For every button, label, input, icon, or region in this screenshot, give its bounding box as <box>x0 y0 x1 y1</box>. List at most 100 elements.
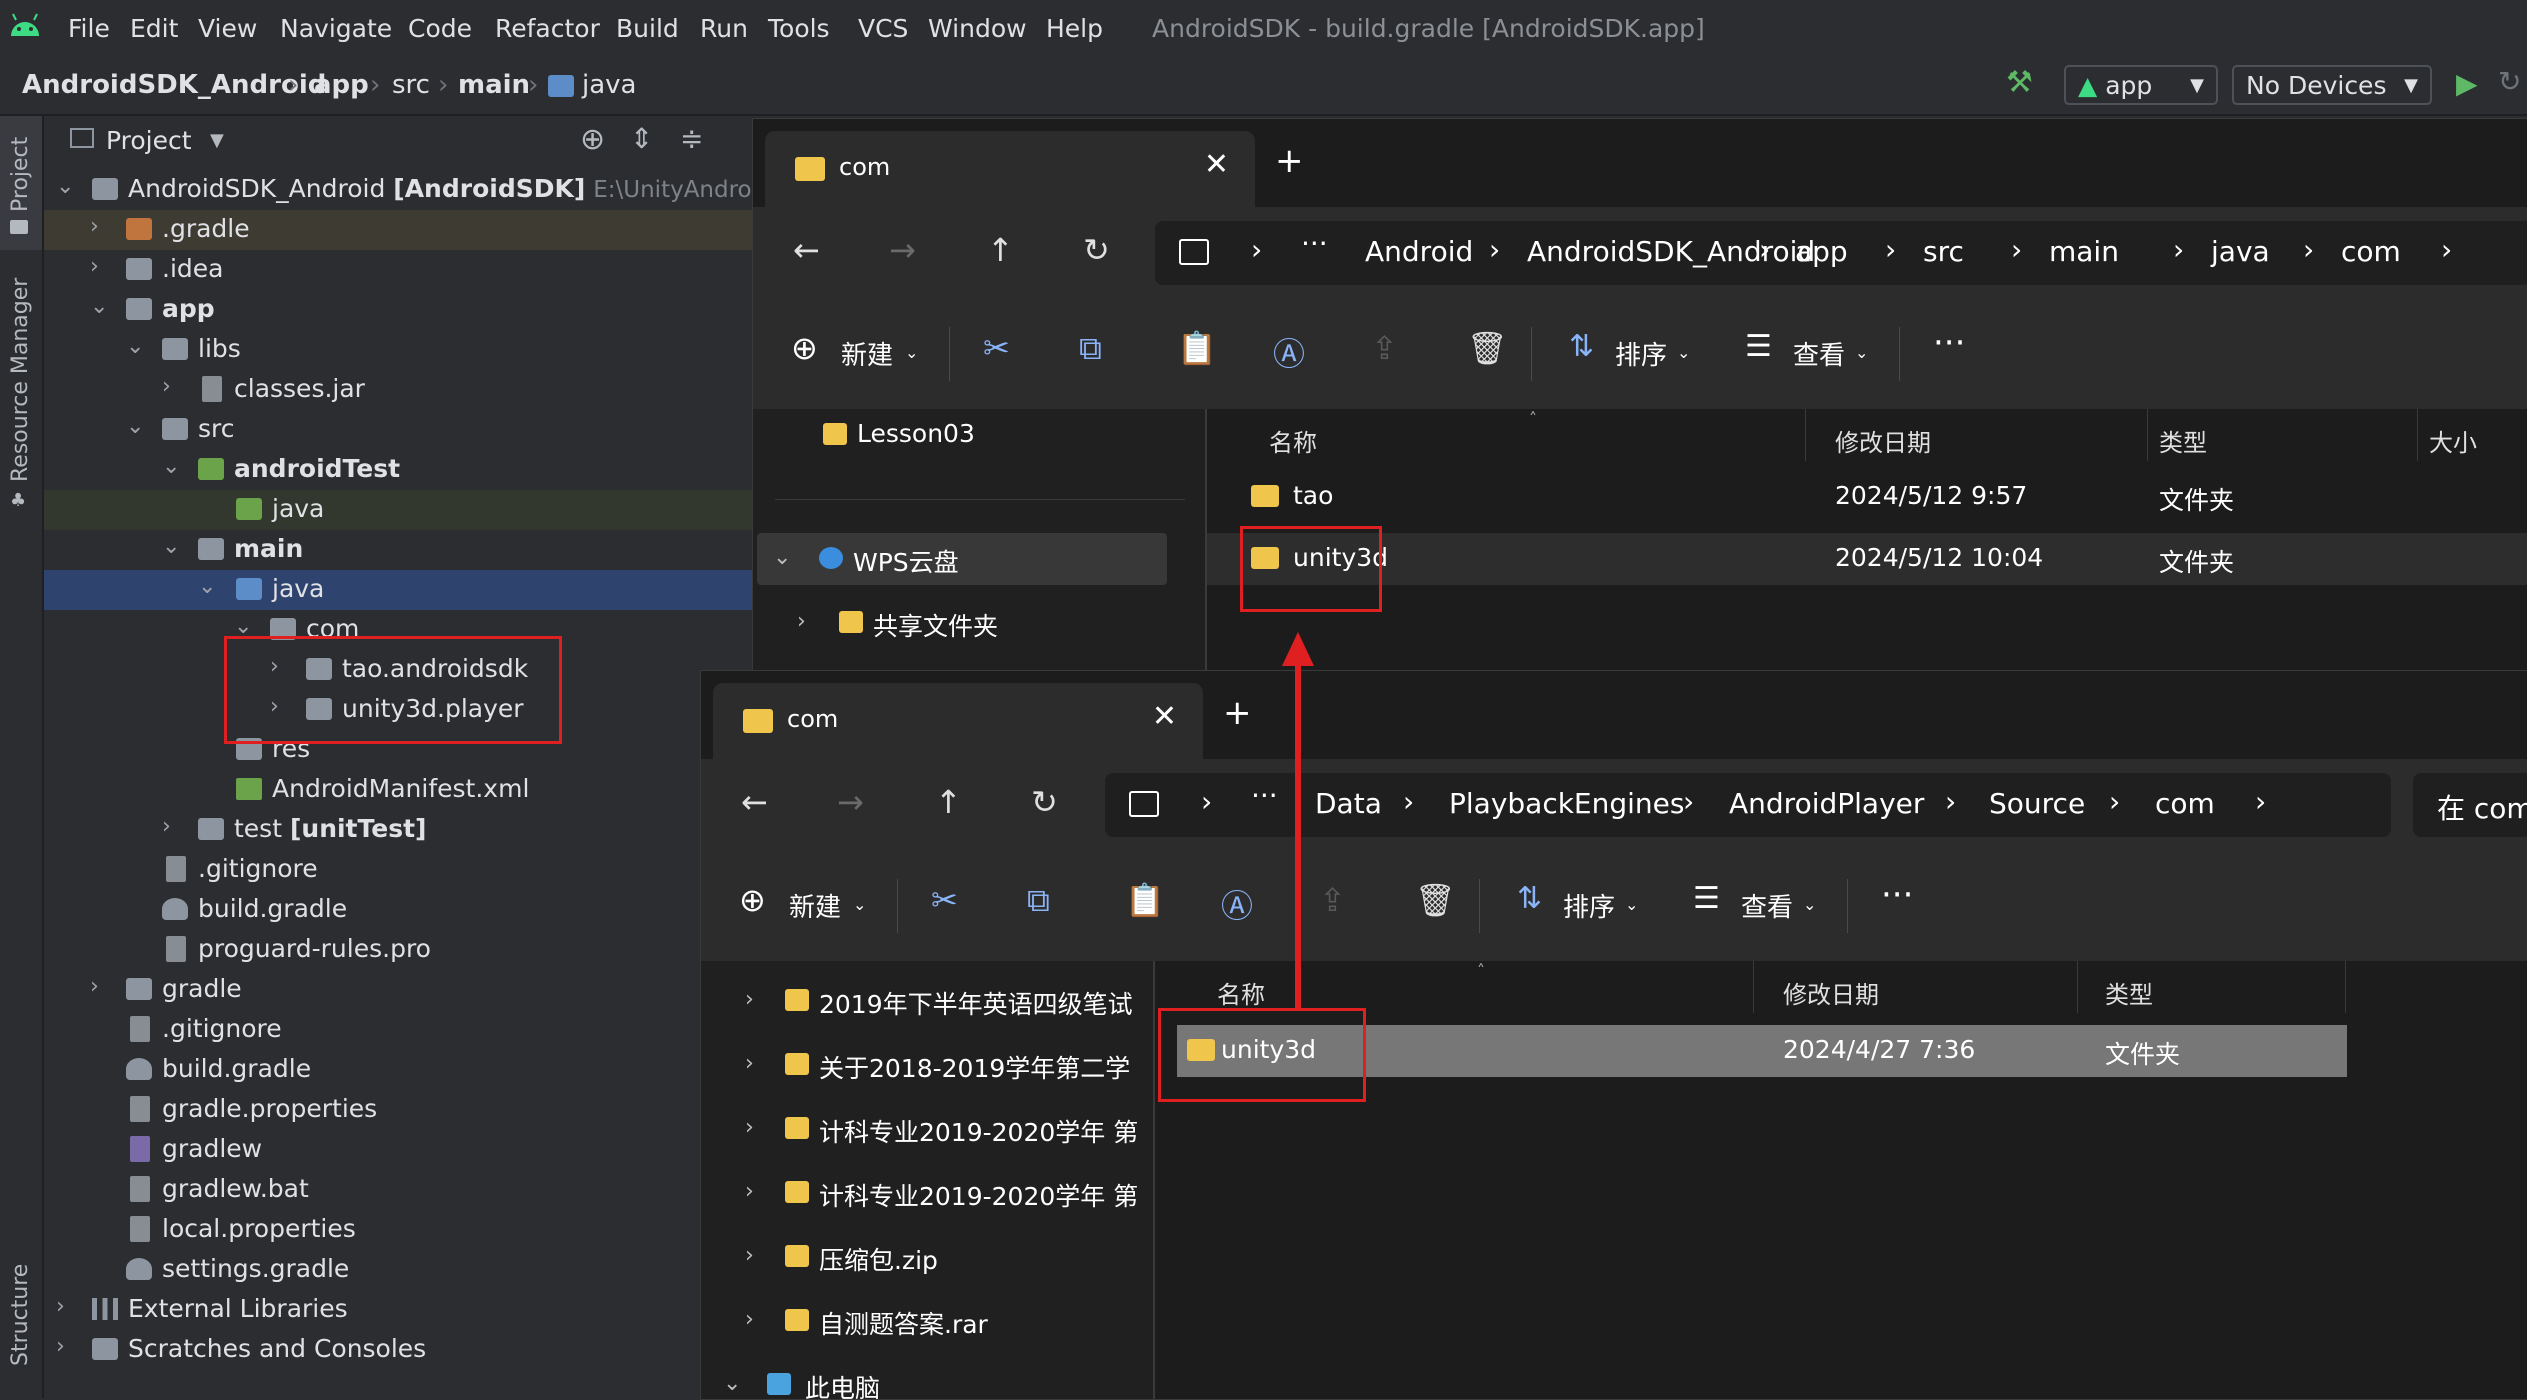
paste-icon[interactable]: 📋 <box>1125 881 1165 919</box>
structure-tab[interactable]: Structure <box>8 1264 33 1366</box>
chevron-right-icon[interactable]: › <box>90 214 99 239</box>
tree-item-gradle-dir[interactable]: › .gradle <box>44 210 754 250</box>
new-button[interactable]: 新建 <box>841 335 893 372</box>
chevron-down-icon[interactable]: ⌄ <box>198 574 216 599</box>
path-segment[interactable]: app <box>1795 235 1848 268</box>
nav-item-this-pc[interactable]: ⌄ 此电脑 <box>701 1359 1153 1399</box>
tree-item-gradle-properties[interactable]: gradle.properties <box>44 1090 754 1130</box>
chevron-right-icon[interactable]: › <box>162 814 171 839</box>
chevron-down-icon[interactable]: ⌄ <box>773 545 791 570</box>
tree-item-gradle[interactable]: › gradle <box>44 970 754 1010</box>
path-segment[interactable]: main <box>2049 235 2119 268</box>
chevron-right-icon[interactable]: › <box>745 987 754 1012</box>
resource-manager-tab[interactable]: Resource Manager <box>8 278 33 482</box>
refresh-icon[interactable]: ↻ <box>1031 783 1058 821</box>
rerun-icon[interactable]: ↻ <box>2498 65 2521 98</box>
search-box[interactable]: 在 com <box>2413 773 2527 837</box>
path-segment[interactable]: src <box>1923 235 1964 268</box>
close-icon[interactable]: ✕ <box>1204 147 1229 182</box>
delete-icon[interactable]: 🗑 <box>1415 881 1456 919</box>
refresh-icon[interactable]: ↻ <box>1083 231 1110 269</box>
device-select[interactable]: No Devices ▼ <box>2232 65 2432 105</box>
menu-navigate[interactable]: Navigate <box>280 14 392 43</box>
chevron-right-icon[interactable]: › <box>162 374 171 399</box>
dropdown-icon[interactable]: ▼ <box>210 130 224 151</box>
menu-tools[interactable]: Tools <box>768 14 830 43</box>
path-box[interactable]: › ··· Android › AndroidSDK_Android › app… <box>1155 221 2527 285</box>
nav-item[interactable]: › 关于2018-2019学年第二学 <box>701 1039 1153 1091</box>
rename-icon[interactable]: Ⓐ <box>1273 329 1305 375</box>
column-size[interactable]: 大小 <box>2429 423 2477 458</box>
tree-item-libs[interactable]: ⌄ libs <box>44 330 754 370</box>
menu-run[interactable]: Run <box>700 14 748 43</box>
chevron-right-icon[interactable]: › <box>745 1115 754 1140</box>
run-icon[interactable]: ▶ <box>2456 67 2478 100</box>
forward-icon[interactable]: → <box>837 783 864 821</box>
tree-item-scratches[interactable]: › Scratches and Consoles <box>44 1330 754 1370</box>
tree-item-android-test[interactable]: ⌄ androidTest <box>44 450 754 490</box>
tree-item-root[interactable]: ⌄ AndroidSDK_Android [AndroidSDK] E:\Uni… <box>44 170 780 210</box>
tree-item-gradlew[interactable]: gradlew <box>44 1130 754 1170</box>
delete-icon[interactable]: 🗑 <box>1467 329 1508 367</box>
menu-refactor[interactable]: Refactor <box>495 14 600 43</box>
path-segment[interactable]: PlaybackEngines <box>1449 787 1684 820</box>
ellipsis-icon[interactable]: ··· <box>1301 227 1328 260</box>
chevron-down-icon[interactable]: ⌄ <box>90 294 108 319</box>
tree-item-src[interactable]: ⌄ src <box>44 410 754 450</box>
menu-code[interactable]: Code <box>408 14 472 43</box>
tree-item-app-gitignore[interactable]: .gitignore <box>44 850 754 890</box>
path-segment[interactable]: Android <box>1365 235 1473 268</box>
tree-item-main[interactable]: ⌄ main <box>44 530 754 570</box>
chevron-right-icon[interactable]: › <box>745 1307 754 1332</box>
breadcrumb-app[interactable]: app <box>314 70 369 100</box>
tree-item-main-java[interactable]: ⌄ java <box>44 570 754 610</box>
copy-icon[interactable]: ⧉ <box>1079 329 1102 368</box>
column-type[interactable]: 类型 <box>2105 975 2153 1010</box>
chevron-down-icon[interactable]: ⌄ <box>56 174 74 199</box>
file-row[interactable]: unity3d 2024/5/12 10:04 文件夹 <box>1207 533 2527 585</box>
tree-item-gitignore[interactable]: .gitignore <box>44 1010 754 1050</box>
tree-item-classes-jar[interactable]: › classes.jar <box>44 370 754 410</box>
project-tab-label[interactable]: Project <box>8 137 33 212</box>
nav-item[interactable]: › 计科专业2019-2020学年 第 <box>701 1167 1153 1219</box>
chevron-right-icon[interactable]: › <box>745 1179 754 1204</box>
tree-item-external-libraries[interactable]: › External Libraries <box>44 1290 754 1330</box>
tree-item-test[interactable]: › test [unitTest] <box>44 810 754 850</box>
file-row[interactable]: tao 2024/5/12 9:57 文件夹 <box>1207 471 2527 523</box>
new-button[interactable]: 新建 <box>789 887 841 924</box>
new-tab-icon[interactable]: + <box>1223 693 1252 733</box>
chevron-down-icon[interactable]: ⌄ <box>723 1371 741 1396</box>
expand-all-icon[interactable]: ⇕ <box>630 122 653 155</box>
breadcrumb-main[interactable]: main <box>458 70 530 100</box>
locate-icon[interactable]: ⊕ <box>580 122 605 157</box>
nav-item[interactable]: › 压缩包.zip <box>701 1231 1153 1283</box>
menu-build[interactable]: Build <box>616 14 679 43</box>
chevron-down-icon[interactable]: ⌄ <box>162 454 180 479</box>
cut-icon[interactable]: ✂ <box>931 881 958 919</box>
tree-item-android-test-java[interactable]: java <box>44 490 754 530</box>
sort-button[interactable]: 排序 <box>1563 887 1615 924</box>
chevron-down-icon[interactable]: ⌄ <box>126 414 144 439</box>
nav-item-wps-cloud[interactable]: ⌄ WPS云盘 <box>757 533 1167 585</box>
explorer-tab[interactable]: com ✕ <box>765 131 1255 207</box>
chevron-right-icon[interactable]: › <box>797 609 806 634</box>
chevron-right-icon[interactable]: › <box>90 254 99 279</box>
more-icon[interactable]: ··· <box>1881 875 1913 915</box>
tree-item-build-gradle[interactable]: build.gradle <box>44 1050 754 1090</box>
tree-item-idea[interactable]: › .idea <box>44 250 754 290</box>
panel-title[interactable]: Project <box>106 126 192 155</box>
hammer-icon[interactable]: ⚒ <box>2006 65 2033 100</box>
path-segment[interactable]: AndroidPlayer <box>1729 787 1924 820</box>
sort-button[interactable]: 排序 <box>1615 335 1667 372</box>
run-config-select[interactable]: ▲ app ▼ <box>2064 65 2218 105</box>
chevron-right-icon[interactable]: › <box>90 974 99 999</box>
new-tab-icon[interactable]: + <box>1275 141 1304 181</box>
paste-icon[interactable]: 📋 <box>1177 329 1217 367</box>
column-name[interactable]: 名称 <box>1269 423 1317 458</box>
column-date[interactable]: 修改日期 <box>1783 975 1879 1010</box>
chevron-right-icon[interactable]: › <box>56 1334 65 1359</box>
tree-item-app-build-gradle[interactable]: build.gradle <box>44 890 754 930</box>
tree-item-gradlew-bat[interactable]: gradlew.bat <box>44 1170 754 1210</box>
path-segment[interactable]: AndroidSDK_Android <box>1527 235 1815 268</box>
view-button[interactable]: 查看 <box>1793 335 1845 372</box>
